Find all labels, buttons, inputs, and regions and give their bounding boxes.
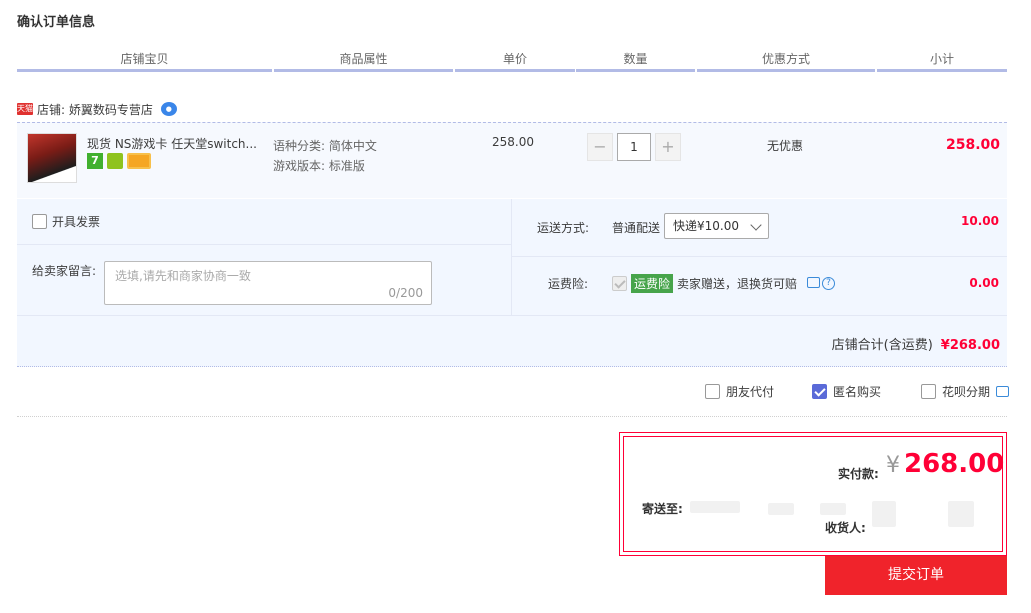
header-subtotal: 小计 xyxy=(877,46,1007,72)
attr-version: 游戏版本: 标准版 xyxy=(273,159,365,173)
insurance-label: 运费险: xyxy=(548,277,589,291)
payment-amount-value: 268.00 xyxy=(904,449,1005,479)
invoice-checkbox[interactable] xyxy=(32,214,47,229)
friend-pay-option[interactable]: 朋友代付 xyxy=(705,383,774,400)
order-options: 开具发票 给卖家留言: 0/200 运送方式: 普通配送 快递¥10.00 10… xyxy=(17,199,1007,367)
shop-header: 天猫 店铺: 娇翼数码专营店 ● xyxy=(17,100,177,118)
blurred-address xyxy=(768,503,794,515)
tmall-icon: 天猫 xyxy=(17,103,33,115)
huabei-checkbox[interactable] xyxy=(921,384,936,399)
quantity-input[interactable] xyxy=(617,133,651,161)
product-name[interactable]: 现货 NS游戏卡 任天堂switch... xyxy=(87,135,262,152)
divider xyxy=(17,416,1007,417)
message-label: 给卖家留言: xyxy=(32,264,97,278)
anonymous-option[interactable]: 匿名购买 xyxy=(812,383,881,400)
attr-language: 语种分类: 简体中文 xyxy=(273,139,377,153)
ship-to-label: 寄送至: xyxy=(642,502,683,516)
anonymous-label: 匿名购买 xyxy=(833,385,882,399)
insurance-badge: 运费险 xyxy=(631,274,674,293)
shipping-label: 运送方式: xyxy=(537,221,590,235)
android-icon xyxy=(107,153,123,169)
left-options: 开具发票 给卖家留言: 0/200 xyxy=(17,199,512,315)
table-header: 店铺宝贝 商品属性 单价 数量 优惠方式 小计 xyxy=(17,46,1007,72)
message-input[interactable] xyxy=(105,262,431,304)
header-discount: 优惠方式 xyxy=(697,46,875,72)
comment-icon[interactable] xyxy=(807,277,821,288)
huabei-label: 花呗分期 xyxy=(942,385,991,399)
shipping-type: 普通配送 xyxy=(612,221,661,235)
invoice-row: 开具发票 xyxy=(17,199,512,245)
insurance-row: 运费险 卖家赠送，退换货可赔 ? xyxy=(612,274,836,293)
submit-order-button[interactable]: 提交订单 xyxy=(825,556,1007,595)
currency-symbol: ¥ xyxy=(886,453,900,478)
shop-total: 店铺合计(含运费) ¥268.00 xyxy=(832,334,1000,353)
quantity-minus-button[interactable]: − xyxy=(587,133,613,161)
header-price: 单价 xyxy=(455,46,575,72)
payment-amount: ¥268.00 xyxy=(886,449,1004,479)
friend-pay-checkbox[interactable] xyxy=(705,384,720,399)
payment-summary: 实付款: ¥268.00 寄送至: 收货人: xyxy=(619,432,1007,556)
shipping-fee: 10.00 xyxy=(961,214,999,228)
blurred-address xyxy=(820,503,846,515)
friend-pay-label: 朋友代付 xyxy=(726,385,775,399)
product-service-icons: 7 xyxy=(87,153,151,169)
shop-total-row: 店铺合计(含运费) ¥268.00 xyxy=(17,315,1007,367)
invoice-label: 开具发票 xyxy=(52,215,101,229)
header-quantity: 数量 xyxy=(576,46,695,72)
comment-icon[interactable] xyxy=(996,386,1010,397)
header-shop-item: 店铺宝贝 xyxy=(17,46,272,72)
huabei-option[interactable]: 花呗分期 xyxy=(921,383,1010,400)
shipping-select[interactable]: 快递¥10.00 xyxy=(664,213,769,239)
payment-label: 实付款: xyxy=(838,467,879,481)
help-icon[interactable]: ? xyxy=(822,277,836,290)
insurance-checkbox[interactable] xyxy=(612,276,627,291)
shop-total-label: 店铺合计(含运费) xyxy=(831,338,933,353)
chat-icon[interactable]: ● xyxy=(160,102,177,116)
insurance-desc: 卖家赠送，退换货可赔 xyxy=(677,277,798,291)
quantity-stepper: − + xyxy=(587,133,681,161)
receiver-label: 收货人: xyxy=(825,521,866,535)
anonymous-checkbox[interactable] xyxy=(812,384,827,399)
chevron-down-icon xyxy=(750,219,762,231)
item-subtotal: 258.00 xyxy=(946,137,1001,153)
blurred-address xyxy=(948,501,974,527)
message-box: 0/200 xyxy=(104,261,432,305)
shop-total-amount: ¥268.00 xyxy=(940,338,1000,353)
item-row: 现货 NS游戏卡 任天堂switch... 7 语种分类: 简体中文 游戏版本:… xyxy=(17,122,1007,198)
product-image[interactable] xyxy=(27,133,77,183)
header-attributes: 商品属性 xyxy=(274,46,453,72)
shop-name[interactable]: 店铺: 娇翼数码专营店 xyxy=(37,101,153,118)
shipping-selected-value: 快递¥10.00 xyxy=(673,219,739,233)
page-title: 确认订单信息 xyxy=(17,15,96,30)
blurred-address xyxy=(872,501,896,527)
credit-card-icon xyxy=(127,153,151,169)
message-char-count: 0/200 xyxy=(388,286,423,300)
seven-day-return-icon: 7 xyxy=(87,153,103,169)
discount-method: 无优惠 xyxy=(767,139,804,153)
unit-price: 258.00 xyxy=(492,135,534,149)
shipping-row: 运送方式: 普通配送 快递¥10.00 10.00 xyxy=(512,199,1007,257)
invoice-option[interactable]: 开具发票 xyxy=(32,213,100,230)
blurred-address xyxy=(690,501,740,513)
insurance-fee: 0.00 xyxy=(969,276,999,290)
quantity-plus-button[interactable]: + xyxy=(655,133,681,161)
